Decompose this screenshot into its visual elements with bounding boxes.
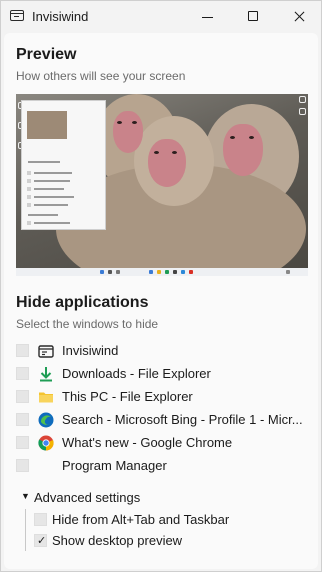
download-icon: [38, 366, 54, 382]
option-label: Hide from Alt+Tab and Taskbar: [52, 512, 230, 527]
option-show-desktop-preview[interactable]: ✓ Show desktop preview: [34, 532, 304, 550]
invisiwind-app-icon: [10, 10, 24, 21]
option-checkbox-checked[interactable]: ✓: [34, 534, 47, 547]
hide-applications-subtitle: Select the windows to hide: [16, 317, 159, 331]
app-row-downloads[interactable]: Downloads - File Explorer: [16, 364, 311, 384]
desktop-preview-image: [16, 94, 308, 276]
advanced-settings-guide-line: [25, 509, 26, 551]
app-row-this-pc[interactable]: This PC - File Explorer: [16, 387, 311, 407]
chrome-icon: [38, 435, 54, 451]
app-checkbox[interactable]: [16, 390, 29, 403]
app-checkbox[interactable]: [16, 367, 29, 380]
option-checkbox[interactable]: [34, 513, 47, 526]
preview-taskbar: [16, 268, 308, 276]
window-title: Invisiwind: [32, 9, 89, 24]
app-row-label: What's new - Google Chrome: [62, 435, 233, 450]
folder-icon: [38, 389, 54, 405]
preview-mini-window: [21, 100, 106, 230]
app-row-edge[interactable]: Search - Microsoft Bing - Profile 1 - Mi…: [16, 410, 311, 430]
app-row-program-manager[interactable]: Program Manager: [16, 456, 311, 476]
option-hide-from-alt-tab[interactable]: Hide from Alt+Tab and Taskbar: [34, 511, 304, 529]
option-label: Show desktop preview: [52, 533, 183, 548]
hide-applications-heading: Hide applications: [16, 294, 149, 311]
app-row-chrome[interactable]: What's new - Google Chrome: [16, 433, 311, 453]
app-row-invisiwind[interactable]: Invisiwind: [16, 341, 311, 361]
app-row-label: Search - Microsoft Bing - Profile 1 - Mi…: [62, 412, 303, 427]
title-bar[interactable]: Invisiwind: [1, 1, 321, 33]
app-row-label: Program Manager: [62, 458, 167, 473]
app-row-label: Downloads - File Explorer: [62, 366, 211, 381]
checkmark-icon: ✓: [37, 535, 47, 547]
app-checkbox[interactable]: [16, 436, 29, 449]
app-checkbox[interactable]: [16, 459, 29, 472]
preview-subtitle: How others will see your screen: [16, 69, 186, 83]
preview-heading: Preview: [16, 46, 77, 63]
app-window: Invisiwind Preview How others will see y…: [0, 0, 322, 572]
advanced-settings-label: Advanced settings: [34, 490, 141, 505]
app-row-label: Invisiwind: [62, 343, 119, 358]
close-button[interactable]: [276, 1, 322, 33]
caret-down-icon: ▼: [21, 491, 30, 501]
invisiwind-icon: [38, 343, 54, 359]
maximize-button[interactable]: [230, 1, 276, 33]
app-row-label: This PC - File Explorer: [62, 389, 193, 404]
app-checkbox[interactable]: [16, 344, 29, 357]
minimize-button[interactable]: [184, 1, 230, 33]
app-checkbox[interactable]: [16, 413, 29, 426]
edge-icon: [38, 412, 54, 428]
